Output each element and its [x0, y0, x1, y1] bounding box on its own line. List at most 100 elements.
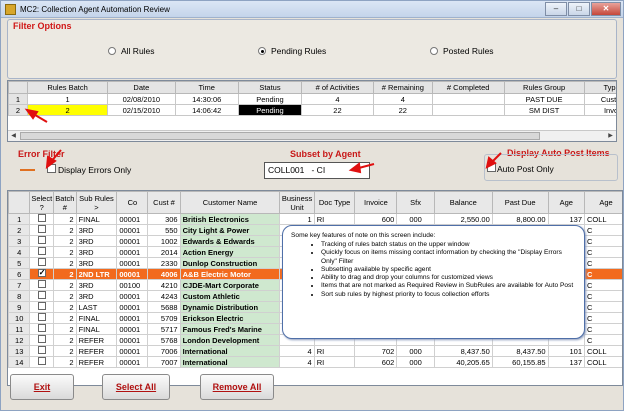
cell-age2[interactable]: C	[584, 268, 622, 280]
cell-age[interactable]: 101	[547, 345, 586, 357]
cell-sub[interactable]: FINAL	[75, 213, 118, 225]
col-invoice[interactable]: Invoice	[354, 191, 398, 214]
col-age[interactable]: Age	[547, 191, 586, 214]
cell-cust[interactable]: 5688	[147, 301, 181, 313]
cell-sub[interactable]: 3RD	[75, 224, 118, 236]
col-doc-type[interactable]: Doc Type	[313, 191, 356, 214]
cell-batch[interactable]: 2	[53, 334, 77, 346]
row-select-checkbox[interactable]	[37, 291, 46, 299]
col-batch[interactable]: Batch #	[53, 191, 77, 214]
cell-co[interactable]: 00001	[116, 334, 149, 346]
cell-sub[interactable]: 3RD	[75, 246, 118, 258]
cell-name[interactable]: London Development	[179, 334, 281, 346]
cell-name[interactable]: City Light & Power	[179, 224, 281, 236]
col-age-2[interactable]: Age	[584, 191, 622, 214]
cell-name[interactable]: International	[179, 356, 281, 368]
table-row[interactable]: 1 2 FINAL 00001 306 British Electronics 1 RI 600…	[8, 213, 622, 225]
cell-name[interactable]: Famous Fred's Marine	[179, 323, 281, 335]
cell-sub[interactable]: REFER	[75, 334, 118, 346]
col-co[interactable]: Co	[116, 191, 149, 214]
cell-sub[interactable]: 2ND LTR	[75, 268, 118, 280]
cell-doc[interactable]: RI	[313, 213, 356, 225]
cell-sub[interactable]: 3RD	[75, 279, 118, 291]
cell-inv[interactable]: 702	[354, 345, 398, 357]
row-select-checkbox[interactable]	[37, 225, 46, 233]
col-past-due[interactable]: Past Due	[491, 191, 549, 214]
cell-age2[interactable]: C	[584, 279, 622, 291]
col-balance[interactable]: Balance	[433, 191, 493, 214]
cell-co[interactable]: 00001	[116, 268, 149, 280]
cell-name[interactable]: Edwards & Edwards	[179, 235, 281, 247]
select-checkbox-cell[interactable]	[29, 279, 55, 291]
cell-co[interactable]: 00001	[116, 323, 149, 335]
select-checkbox-cell[interactable]	[29, 312, 55, 324]
cell-age2[interactable]: C	[584, 301, 622, 313]
cell-age2[interactable]: C	[584, 290, 622, 302]
row-select-checkbox[interactable]	[37, 236, 46, 244]
cell-batch[interactable]: 2	[53, 246, 77, 258]
cell-batch[interactable]: 2	[53, 301, 77, 313]
cell-batch[interactable]: 2	[53, 213, 77, 225]
cell-pd[interactable]: 60,155.85	[491, 356, 549, 368]
cell-cust[interactable]: 2014	[147, 246, 181, 258]
cell-co[interactable]: 00001	[116, 257, 149, 269]
cell-cust[interactable]: 7006	[147, 345, 181, 357]
cell-name[interactable]: Action Energy	[179, 246, 281, 258]
row-select-checkbox[interactable]	[37, 258, 46, 266]
row-select-checkbox[interactable]	[37, 324, 46, 332]
table-row[interactable]: 14 2 REFER 00001 7007 International 4 RI 602 000 4…	[8, 356, 622, 368]
row-select-checkbox[interactable]	[37, 214, 46, 222]
cell-cust[interactable]: 4006	[147, 268, 181, 280]
col-cust[interactable]: Cust #	[147, 191, 181, 214]
cell-batch[interactable]: 2	[53, 279, 77, 291]
row-select-checkbox[interactable]	[37, 346, 46, 354]
cell-name[interactable]: International	[179, 345, 281, 357]
cell-co[interactable]: 00100	[116, 279, 149, 291]
cell-pd[interactable]: 8,800.00	[491, 213, 549, 225]
exit-button[interactable]: Exit	[10, 374, 74, 400]
cell-cust[interactable]: 2330	[147, 257, 181, 269]
cell-inv[interactable]: 600	[354, 213, 398, 225]
row-select-checkbox[interactable]	[37, 269, 46, 277]
cell-age2[interactable]: C	[584, 334, 622, 346]
cell-name[interactable]: Erickson Electric	[179, 312, 281, 324]
select-checkbox-cell[interactable]	[29, 246, 55, 258]
cell-name[interactable]: Dynamic Distribution	[179, 301, 281, 313]
cell-age[interactable]: 137	[547, 213, 586, 225]
row-select-checkbox[interactable]	[37, 313, 46, 321]
cell-sub[interactable]: REFER	[75, 356, 118, 368]
cell-inv[interactable]: 602	[354, 356, 398, 368]
cell-batch[interactable]: 2	[53, 235, 77, 247]
col-select[interactable]: Select ?	[29, 191, 55, 214]
cell-cust[interactable]: 1002	[147, 235, 181, 247]
cell-age2[interactable]: COLL	[584, 213, 622, 225]
row-select-checkbox[interactable]	[37, 247, 46, 255]
cell-cust[interactable]: 550	[147, 224, 181, 236]
cell-name[interactable]: British Electronics	[179, 213, 281, 225]
cell-co[interactable]: 00001	[116, 224, 149, 236]
cell-co[interactable]: 00001	[116, 301, 149, 313]
col-business-unit[interactable]: Business Unit	[279, 191, 315, 214]
select-checkbox-cell[interactable]	[29, 323, 55, 335]
select-checkbox-cell[interactable]	[29, 257, 55, 269]
cell-age[interactable]: 137	[547, 356, 586, 368]
cell-bal[interactable]: 8,437.50	[433, 345, 493, 357]
select-all-button[interactable]: Select All	[102, 374, 170, 400]
cell-batch[interactable]: 2	[53, 268, 77, 280]
cell-batch[interactable]: 2	[53, 345, 77, 357]
select-checkbox-cell[interactable]	[29, 334, 55, 346]
cell-sub[interactable]: REFER	[75, 345, 118, 357]
cell-co[interactable]: 00001	[116, 312, 149, 324]
cell-bu[interactable]: 1	[279, 213, 315, 225]
cell-co[interactable]: 00001	[116, 246, 149, 258]
col-sub-rules[interactable]: Sub Rules >	[75, 191, 118, 214]
cell-co[interactable]: 00001	[116, 345, 149, 357]
select-checkbox-cell[interactable]	[29, 301, 55, 313]
cell-batch[interactable]: 2	[53, 257, 77, 269]
cell-doc[interactable]: RI	[313, 356, 356, 368]
cell-cust[interactable]: 4210	[147, 279, 181, 291]
cell-co[interactable]: 00001	[116, 213, 149, 225]
col-sfx[interactable]: Sfx	[396, 191, 435, 214]
select-checkbox-cell[interactable]	[29, 224, 55, 236]
cell-name[interactable]: Custom Athletic	[179, 290, 281, 302]
